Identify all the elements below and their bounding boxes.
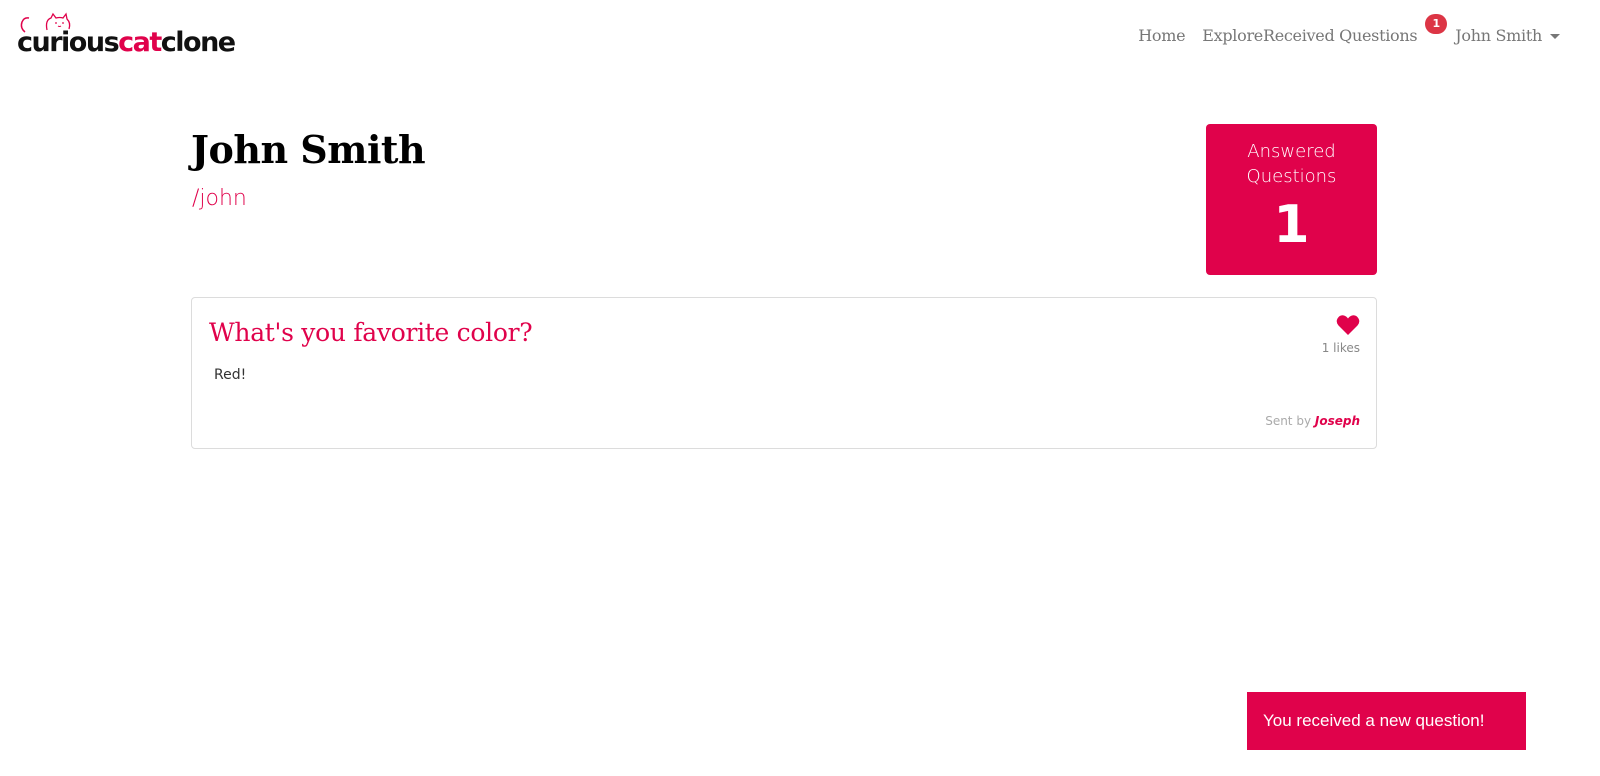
- question-answer: Red!: [214, 367, 247, 383]
- user-menu-name: John Smith: [1455, 26, 1542, 45]
- sender-link[interactable]: Joseph: [1315, 414, 1360, 428]
- caret-down-icon: [1550, 33, 1560, 39]
- sent-by-line: Sent by Joseph: [1265, 413, 1360, 429]
- nav-received-questions-link[interactable]: Received Questions: [1263, 26, 1418, 45]
- brand-wordmark: curiouscatclone: [17, 27, 236, 58]
- question-card: What's you favorite color? Red! 1 likes …: [191, 297, 1377, 449]
- nav-received-wrap: Received Questions 1: [1263, 14, 1448, 48]
- brand-wordmark-part2: cat: [118, 27, 162, 58]
- question-title: What's you favorite color?: [209, 318, 533, 347]
- brand-wordmark-part1: curious: [17, 27, 120, 58]
- stat-value: 1: [1273, 195, 1310, 255]
- answered-questions-stat: Answered Questions 1: [1206, 124, 1377, 275]
- stat-label: Answered Questions: [1246, 141, 1337, 187]
- nav-home-link[interactable]: Home: [1138, 24, 1185, 48]
- new-question-toast[interactable]: You received a new question!: [1247, 692, 1526, 750]
- profile-name: John Smith: [191, 127, 426, 172]
- brand-logo[interactable]: curiouscatclone: [17, 12, 236, 60]
- nav-links: Home Explore Received Questions 1 John S…: [1138, 14, 1560, 48]
- profile-handle: /john: [192, 186, 247, 211]
- sent-by-prefix: Sent by: [1265, 414, 1312, 428]
- likes-count: 1 likes: [1321, 341, 1360, 355]
- nav-explore-link[interactable]: Explore: [1202, 24, 1263, 48]
- brand-wordmark-part3: clone: [160, 27, 236, 58]
- user-menu-dropdown[interactable]: John Smith: [1455, 24, 1560, 48]
- navbar: curiouscatclone Home Explore Received Qu…: [0, 0, 1600, 72]
- notification-badge: 1: [1425, 14, 1448, 34]
- heart-icon[interactable]: [1336, 314, 1360, 336]
